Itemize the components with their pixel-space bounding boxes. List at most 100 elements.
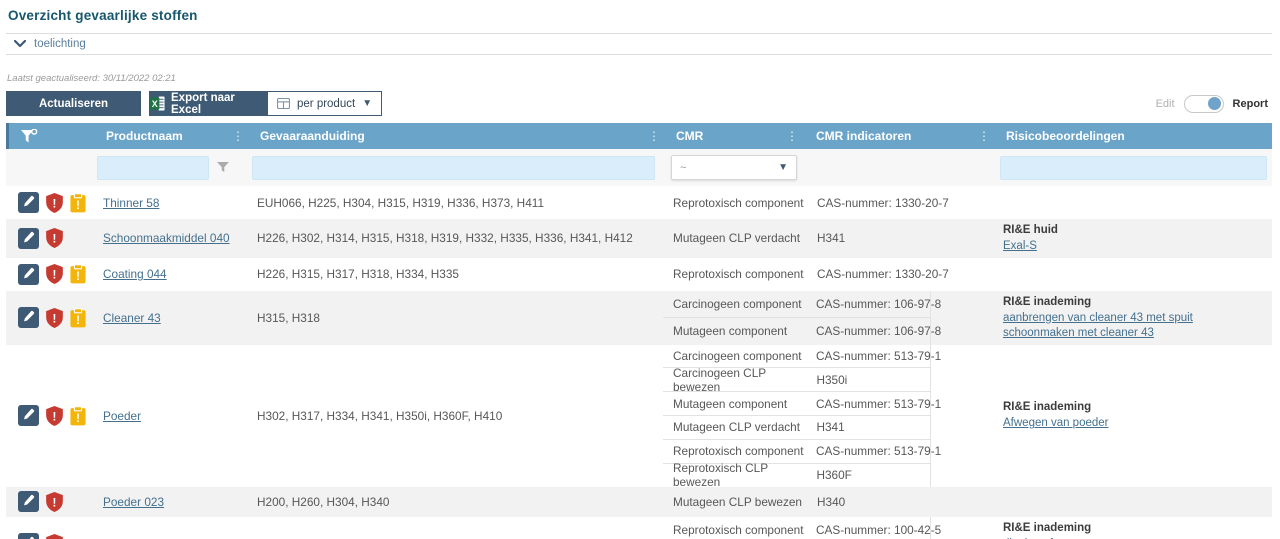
hazard-alert-icon[interactable]: !	[46, 308, 63, 328]
column-header-productnaam[interactable]: Productnaam ⋮	[90, 123, 250, 149]
cmr-indicator: CAS-nummer: 1330-20-7	[815, 267, 931, 281]
product-link[interactable]: Coating 044	[103, 267, 167, 281]
column-header-label: Gevaaraanduiding	[260, 129, 365, 143]
cmr-cell-group: Mutageen CLP verdachtH341	[663, 219, 993, 258]
edit-button[interactable]	[18, 192, 39, 213]
risk-assessment-link[interactable]: Exal-S	[1003, 239, 1037, 254]
svg-text:!: !	[53, 312, 57, 325]
hazard-alert-icon[interactable]: !	[46, 534, 63, 539]
filter-funnel-icon[interactable]	[217, 162, 229, 173]
column-menu-icon[interactable]: ⋮	[978, 129, 990, 143]
table-grid-icon	[277, 98, 290, 109]
column-header-cmr[interactable]: CMR ⋮	[666, 123, 804, 149]
cmr-cell-group: Mutageen CLP bewezenH340	[663, 487, 993, 517]
header-filter-cell[interactable]	[9, 123, 90, 149]
cmr-subtable: Reprotoxisch componentCAS-nummer: 100-42…	[663, 517, 931, 539]
pencil-icon	[23, 267, 35, 282]
filter-input-risicobeoordelingen[interactable]	[1000, 156, 1267, 180]
cmr-cell-group: Carcinogeen componentCAS-nummer: 513-79-…	[663, 345, 993, 487]
cmr-subrow: Carcinogeen componentCAS-nummer: 513-79-…	[663, 345, 930, 368]
hazard-alert-icon[interactable]: !	[46, 492, 63, 512]
hazard-alert-icon[interactable]: !	[46, 406, 63, 426]
risk-assessment-link[interactable]: schoonmaken met cleaner 43	[1003, 326, 1154, 341]
cmr-type: Reprotoxisch CLP bewezen	[663, 461, 814, 489]
hazard-alert-icon[interactable]: !	[46, 193, 63, 213]
product-link[interactable]: Poeder 023	[103, 495, 164, 509]
cmr-indicator: CAS-nummer: 1330-20-7	[815, 196, 931, 210]
hazard-alert-icon[interactable]: !	[46, 228, 63, 248]
edit-button[interactable]	[18, 264, 39, 285]
export-excel-label: Export naar Excel	[171, 92, 266, 116]
cmr-subtable: Mutageen CLP bewezenH340	[663, 487, 931, 517]
task-clipboard-icon[interactable]: !	[70, 193, 86, 213]
toelichting-label: toelichting	[34, 38, 86, 50]
risk-assessments-cell	[993, 487, 1272, 517]
column-header-gevaaraanduiding[interactable]: Gevaaraanduiding ⋮	[250, 123, 666, 149]
edit-report-toggle[interactable]	[1184, 95, 1224, 113]
report-mode-label: Report	[1233, 98, 1268, 110]
product-link[interactable]: Schoonmaakmiddel 040	[103, 231, 230, 245]
product-name-cell: Cleaner 43	[87, 291, 247, 345]
task-clipboard-icon[interactable]: !	[70, 308, 86, 328]
risk-assessments-cell: RI&E inademingAfwegen van poeder	[993, 345, 1272, 487]
task-clipboard-icon[interactable]: !	[70, 264, 86, 284]
cmr-cell-group: Carcinogeen componentCAS-nummer: 106-97-…	[663, 291, 993, 345]
page: Overzicht gevaarlijke stoffen toelichtin…	[0, 0, 1280, 539]
pencil-icon	[23, 195, 35, 210]
risk-title: RI&E inademing	[1003, 521, 1091, 536]
product-link[interactable]: Cleaner 43	[103, 311, 161, 325]
filter-cmr-operator-dropdown[interactable]: ~ ▼	[671, 155, 797, 180]
cmr-subrow: Carcinogeen componentCAS-nummer: 106-97-…	[663, 291, 930, 318]
edit-button[interactable]	[18, 405, 39, 426]
toelichting-toggle[interactable]: toelichting	[6, 33, 1272, 55]
column-menu-icon[interactable]: ⋮	[648, 129, 660, 143]
filter-cmr-operator-value: ~	[680, 162, 686, 174]
product-name-cell: Schoonmaakmiddel 040	[87, 219, 247, 258]
filter-input-gevaaraanduiding[interactable]	[252, 156, 655, 180]
pencil-icon	[23, 494, 35, 509]
column-header-cmr-indicatoren[interactable]: CMR indicatoren ⋮	[804, 123, 996, 149]
cmr-cell-group: Reprotoxisch componentCAS-nummer: 1330-2…	[663, 186, 993, 219]
product-link[interactable]: Thinner 58	[103, 196, 159, 210]
hazard-codes-cell: H302, H317, H334, H341, H350i, H360F, H4…	[247, 345, 663, 487]
cmr-subtable: Reprotoxisch componentCAS-nummer: 1330-2…	[663, 258, 931, 291]
scope-dropdown[interactable]: per product ▼	[267, 91, 382, 116]
edit-button[interactable]	[18, 491, 39, 512]
table-row: !!Coating 044H226, H315, H317, H318, H33…	[6, 258, 1272, 291]
product-name-cell: Lak 010	[87, 517, 247, 539]
edit-button[interactable]	[18, 533, 39, 539]
task-clipboard-icon[interactable]: !	[70, 406, 86, 426]
column-menu-icon[interactable]: ⋮	[786, 129, 798, 143]
cmr-subrow: Mutageen CLP verdachtH341	[663, 415, 930, 439]
cmr-subrow: Reprotoxisch componentCAS-nummer: 513-79…	[663, 439, 930, 463]
export-excel-button[interactable]: X Export naar Excel	[149, 91, 267, 116]
column-header-label: Risicobeoordelingen	[1006, 129, 1125, 143]
cmr-indicator: CAS-nummer: 100-42-5	[814, 523, 930, 537]
column-menu-icon[interactable]: ⋮	[232, 129, 244, 143]
svg-text:!: !	[76, 412, 80, 424]
hazard-codes-cell: H226, H302, H314, H315, H318, H319, H332…	[247, 219, 663, 258]
cmr-subrow: Reprotoxisch componentCAS-nummer: 1330-2…	[663, 258, 931, 291]
pencil-icon	[23, 310, 35, 325]
column-header-risicobeoordelingen[interactable]: Risicobeoordelingen	[996, 123, 1272, 149]
product-link[interactable]: Poeder	[103, 409, 141, 423]
filter-row: ~ ▼	[6, 149, 1272, 186]
page-title: Overzicht gevaarlijke stoffen	[8, 8, 1272, 23]
cmr-indicator: CAS-nummer: 106-97-8	[814, 324, 930, 338]
row-action-icons: !!	[6, 258, 87, 291]
risk-assessment-link[interactable]: Afwegen van poeder	[1003, 416, 1109, 431]
risk-assessments-cell: RI&E huidExal-S	[993, 219, 1272, 258]
svg-text:!: !	[53, 496, 57, 509]
edit-mode-label: Edit	[1156, 98, 1175, 110]
cmr-cell-group: Reprotoxisch componentCAS-nummer: 100-42…	[663, 517, 993, 539]
filter-input-productnaam[interactable]	[97, 156, 209, 180]
hazard-alert-icon[interactable]: !	[46, 264, 63, 284]
edit-button[interactable]	[18, 228, 39, 249]
risk-assessment-link[interactable]: aanbrengen van cleaner 43 met spuit	[1003, 311, 1193, 326]
refresh-button[interactable]: Actualiseren	[6, 91, 141, 116]
risk-assessments-cell: RI&E inademingaanbrengen van cleaner 43 …	[993, 291, 1272, 345]
toolbar: Actualiseren X Export naar Excel per pro…	[6, 91, 1272, 116]
cmr-cell-group: Reprotoxisch componentCAS-nummer: 1330-2…	[663, 258, 993, 291]
edit-button[interactable]	[18, 307, 39, 328]
svg-text:X: X	[152, 99, 158, 109]
